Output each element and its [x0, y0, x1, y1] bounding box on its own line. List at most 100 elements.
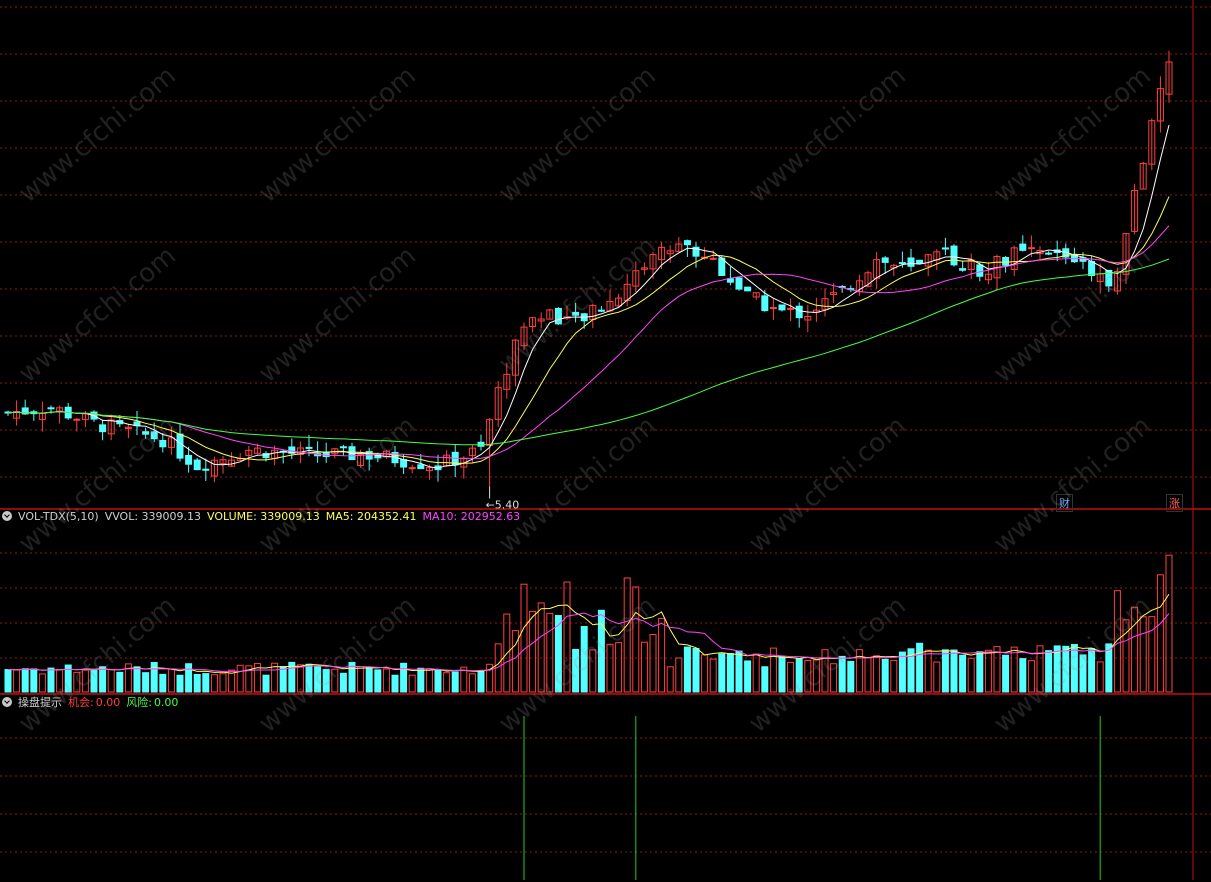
candle-body [142, 431, 150, 435]
volume-bar [167, 668, 175, 693]
volume-bar [821, 649, 829, 693]
volume-bar [898, 651, 906, 693]
candle-body [47, 407, 55, 410]
candle-body [202, 468, 210, 471]
volume-bar [787, 661, 795, 693]
volume-bar [1010, 646, 1018, 693]
ma10-line [7, 196, 1170, 464]
volume-bar [210, 674, 218, 693]
vvol-readout: VVOL: 339009.13 [104, 510, 202, 523]
volume-bar [176, 674, 184, 693]
volume-bar [666, 666, 674, 693]
volume-bar [658, 617, 666, 693]
volume-bar [752, 653, 760, 693]
volume-bar [331, 668, 339, 693]
volume-bar [314, 666, 322, 693]
volume-bar [623, 577, 631, 693]
candle-body [916, 259, 924, 264]
volume-bar [1019, 658, 1027, 693]
volume-bar [262, 674, 270, 693]
volume-bar [107, 669, 115, 693]
candle-body [305, 446, 313, 449]
volume-bar [279, 666, 287, 693]
volume-ma5-line [7, 593, 1170, 674]
candle-body [881, 257, 889, 263]
volume-bar [142, 672, 150, 693]
volume-bar [847, 660, 855, 693]
candle-body [769, 307, 777, 310]
candle-body [150, 431, 158, 440]
limit-up-badge[interactable]: 涨 [1166, 494, 1183, 512]
candle-body [159, 439, 167, 448]
volume-bar [13, 669, 21, 693]
volume-bar [1002, 654, 1010, 693]
volume-bar [408, 674, 416, 693]
candle-body [976, 264, 984, 277]
risk-label: 风险: [126, 696, 152, 709]
volume-bar [305, 663, 313, 693]
volume-bar [890, 659, 898, 693]
risk-value: 0.00 [153, 696, 179, 709]
volume-bar [193, 673, 201, 693]
volume-bar [726, 653, 734, 693]
volume-bar [537, 602, 545, 693]
volume-bar [563, 581, 571, 693]
volume-bar [296, 664, 304, 693]
volume-bar [150, 662, 158, 693]
volume-bar [649, 633, 657, 693]
volume-bar [236, 664, 244, 693]
panel-menu-icon[interactable] [2, 511, 12, 521]
volume-bar [683, 646, 691, 693]
candle-body [73, 418, 81, 421]
volume-bar [692, 647, 700, 693]
ma10-readout: MA10: 202952.63 [422, 510, 521, 523]
volume-bar [202, 673, 210, 693]
volume-bar [73, 671, 81, 693]
volume-bar [967, 657, 975, 693]
candle-body [322, 452, 330, 458]
volume-bar [4, 669, 12, 693]
volume-bar [382, 668, 390, 693]
volume-bar [434, 669, 442, 693]
volume-bar [1070, 643, 1078, 693]
volume-bar [1165, 554, 1173, 693]
volume-bar [709, 658, 717, 693]
signal-panel-header: 操盘提示 机会: 0.00 风险: 0.00 [0, 695, 184, 711]
volume-bar [744, 660, 752, 693]
volume-bar [1027, 660, 1035, 693]
candle-body [176, 433, 184, 459]
ma5-readout: MA5: 204352.41 [325, 510, 417, 523]
candle-body [1045, 252, 1053, 255]
volume-bar [30, 668, 38, 693]
volume-bar [1062, 645, 1070, 693]
panel-menu-icon[interactable] [2, 697, 12, 707]
volume-bar [675, 657, 683, 693]
candle-body [185, 454, 193, 465]
volume-bar [451, 671, 459, 693]
candle-body [709, 257, 717, 260]
candle-body [1019, 243, 1027, 251]
candle-body [339, 446, 347, 449]
ma60-line [7, 258, 1170, 446]
volume-bar [1045, 650, 1053, 693]
volume-bar [795, 658, 803, 693]
volume-bar [1096, 661, 1104, 693]
candle-body [400, 459, 408, 468]
volume-bar [546, 612, 554, 693]
volume-bar [520, 583, 528, 693]
volume-bar [830, 663, 838, 693]
volume-bar [21, 668, 29, 693]
finance-badge[interactable]: 财 [1056, 494, 1073, 512]
volume-bar [374, 669, 382, 693]
candle-body [778, 304, 786, 311]
candle-body [787, 307, 795, 310]
volume-bar [443, 672, 451, 693]
volume-bar [90, 668, 98, 693]
volume-bar [597, 609, 605, 693]
volume-bar [477, 670, 485, 693]
signal-indicator-name: 操盘提示 [18, 696, 62, 709]
volume-bar [580, 626, 588, 693]
volume-bar [99, 666, 107, 693]
volume-bar [185, 663, 193, 693]
candle-body [744, 286, 752, 292]
